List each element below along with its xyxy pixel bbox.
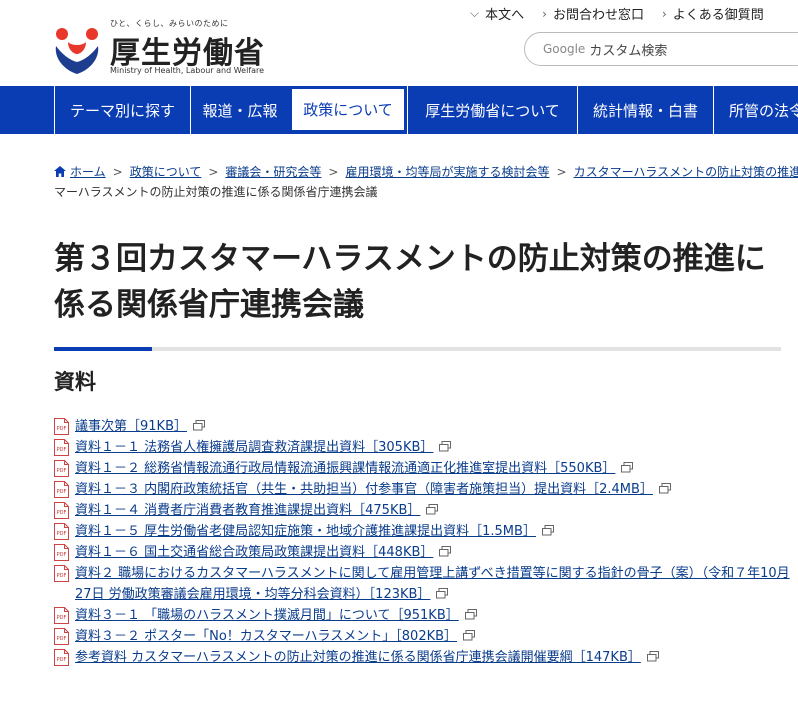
external-window-icon [436, 588, 449, 599]
pdf-icon: PDF [54, 607, 69, 624]
pdf-icon: PDF [54, 460, 69, 477]
svg-text:PDF: PDF [57, 657, 67, 663]
external-window-icon [439, 441, 452, 452]
breadcrumb: ホーム > 政策について > 審議会・研究会等 > 雇用環境・均等局が実施する検討会等 > カス… [54, 162, 798, 202]
list-item: PDF 資料１－５ 厚生労働省老健局認知症施策・地域介護推進課提出資料［1.5M… [54, 521, 794, 542]
site-logo[interactable]: ひと、くらし、みらいのために 厚生労働省 Ministry of Health,… [52, 18, 265, 78]
pdf-icon: PDF [54, 565, 69, 582]
chevron-down-icon: ⌵ [470, 6, 480, 20]
external-window-icon [439, 546, 452, 557]
list-item: PDF 資料２ 職場におけるカスタマーハラスメントに関して雇用管理上講ずべき措置… [54, 563, 794, 605]
util-link-contact[interactable]: › お問合わせ窓口 [542, 4, 644, 24]
list-item: PDF 資料１－４ 消費者庁消費者教育推進課提出資料［475KB］ [54, 500, 794, 521]
pdf-icon: PDF [54, 502, 69, 519]
document-link[interactable]: 参考資料 カスタマーハラスメントの防止対策の推進に係る関係省庁連携会議開催要綱［… [75, 650, 641, 665]
pdf-icon: PDF [54, 481, 69, 498]
search-brand: Google [543, 42, 586, 56]
svg-text:PDF: PDF [57, 468, 67, 474]
svg-text:PDF: PDF [57, 636, 67, 642]
document-link[interactable]: 資料１－６ 国土交通省総合政策局政策課提出資料［448KB］ [75, 545, 433, 560]
page-title: 第３回カスタマーハラスメントの防止対策の推進に係る関係省庁連携会議 [54, 241, 766, 323]
svg-text:PDF: PDF [57, 489, 67, 495]
document-link[interactable]: 資料３－１ 「職場のハラスメント撲滅月間」について［951KB］ [75, 608, 459, 623]
nav-item-statistics[interactable]: 統計情報・白書 [577, 86, 713, 134]
external-window-icon [541, 525, 554, 536]
external-window-icon [193, 420, 205, 431]
document-link[interactable]: 資料１－５ 厚生労働省老健局認知症施策・地域介護推進課提出資料［1.5MB］ [75, 524, 536, 539]
external-window-icon [464, 609, 477, 620]
chevron-right-icon: › [542, 6, 547, 21]
nav-item-press[interactable]: 報道・広報 [190, 86, 289, 134]
logo-mark-icon [55, 28, 99, 74]
search-placeholder: カスタム検索 [589, 43, 668, 59]
site-header: ひと、くらし、みらいのために 厚生労働省 Ministry of Health,… [0, 0, 798, 86]
chevron-right-icon: › [661, 6, 667, 21]
document-link[interactable]: 資料１－１ 法務省人権擁護局調査救済課提出資料［305KB］ [75, 440, 433, 455]
breadcrumb-employment-bureau[interactable]: 雇用環境・均等局が実施する検討会等 [345, 165, 549, 179]
document-link[interactable]: 議事次第［91KB］ [75, 419, 187, 434]
util-link-faq[interactable]: › よくある御質問 [661, 4, 764, 24]
utility-links: ⌵ 本文へ › お問合わせ窓口 › よくある御質問 [470, 4, 764, 23]
section-heading: 資料 [54, 370, 96, 394]
list-item: PDF 資料１－１ 法務省人権擁護局調査救済課提出資料［305KB］ [54, 437, 794, 458]
list-item: PDF 議事次第［91KB］ [54, 416, 794, 437]
search-input[interactable]: Google カスタム検索 [524, 32, 798, 66]
external-window-icon [646, 651, 659, 662]
list-item: PDF 資料１－６ 国土交通省総合政策局政策課提出資料［448KB］ [54, 542, 794, 563]
pdf-icon: PDF [54, 649, 69, 666]
document-link[interactable]: 資料３－２ ポスター「No！カスタマーハラスメント」［802KB］ [75, 629, 457, 644]
chevron-right-icon: > [208, 165, 219, 179]
pdf-icon: PDF [54, 628, 69, 645]
nav-item-policy[interactable]: 政策について [289, 86, 407, 134]
external-window-icon [426, 504, 439, 515]
list-item: PDF 資料３－１ 「職場のハラスメント撲滅月間」について［951KB］ [54, 605, 794, 626]
pdf-icon: PDF [54, 523, 69, 540]
chevron-right-icon: > [556, 165, 567, 179]
list-item: PDF 資料１－２ 総務省情報流通行政局情報流通振興課情報流通適正化推進室提出資… [54, 458, 794, 479]
global-nav: テーマ別に探す 報道・広報 政策について 厚生労働省について 統計情報・白書 所… [0, 86, 798, 134]
external-window-icon [621, 462, 634, 473]
nav-item-theme[interactable]: テーマ別に探す [54, 86, 190, 134]
document-link[interactable]: 資料１－３ 内閣府政策統括官（共生・共助担当）付参事官（障害者施策担当）提出資料… [75, 482, 653, 497]
svg-text:PDF: PDF [57, 531, 67, 537]
chevron-right-icon: > [112, 165, 123, 179]
nav-item-about[interactable]: 厚生労働省について [407, 86, 577, 134]
external-window-icon [658, 483, 671, 494]
list-item: PDF 参考資料 カスタマーハラスメントの防止対策の推進に係る関係省庁連携会議開… [54, 647, 794, 668]
util-link-main-content[interactable]: ⌵ 本文へ [470, 4, 524, 23]
document-list: PDF 議事次第［91KB］ PDF 資料１－１ 法務省人権擁護局調査救済課提出… [54, 416, 794, 668]
svg-text:PDF: PDF [57, 552, 67, 558]
home-icon [54, 166, 66, 177]
svg-text:PDF: PDF [57, 510, 67, 516]
pdf-icon: PDF [54, 544, 69, 561]
document-link[interactable]: 資料１－４ 消費者庁消費者教育推進課提出資料［475KB］ [75, 503, 420, 518]
nav-item-laws[interactable]: 所管の法令 [713, 86, 798, 134]
list-item: PDF 資料１－３ 内閣府政策統括官（共生・共助担当）付参事官（障害者施策担当）… [54, 479, 794, 500]
svg-text:PDF: PDF [57, 426, 67, 432]
svg-text:PDF: PDF [57, 447, 67, 453]
title-divider [54, 347, 781, 351]
chevron-right-icon: > [328, 165, 339, 179]
breadcrumb-home[interactable]: ホーム [70, 165, 106, 179]
document-link[interactable]: 資料２ 職場におけるカスタマーハラスメントに関して雇用管理上講ずべき措置等に関す… [75, 566, 790, 602]
breadcrumb-current: マーハラスメントの防止対策の推進に係る関係省庁連携会議 [54, 185, 378, 199]
svg-text:PDF: PDF [57, 573, 67, 579]
pdf-icon: PDF [54, 439, 69, 456]
breadcrumb-policy[interactable]: 政策について [130, 165, 202, 179]
list-item: PDF 資料３－２ ポスター「No！カスタマーハラスメント」［802KB］ [54, 626, 794, 647]
logo-name-en: Ministry of Health, Labour and Welfare [110, 66, 265, 75]
breadcrumb-councils[interactable]: 審議会・研究会等 [225, 165, 321, 179]
document-link[interactable]: 資料１－２ 総務省情報流通行政局情報流通振興課情報流通適正化推進室提出資料［55… [75, 461, 615, 476]
svg-text:PDF: PDF [57, 615, 67, 621]
breadcrumb-customer-harassment[interactable]: カスタマーハラスメントの防止対策の推進に [574, 165, 798, 179]
external-window-icon [463, 630, 476, 641]
pdf-icon: PDF [54, 418, 69, 435]
